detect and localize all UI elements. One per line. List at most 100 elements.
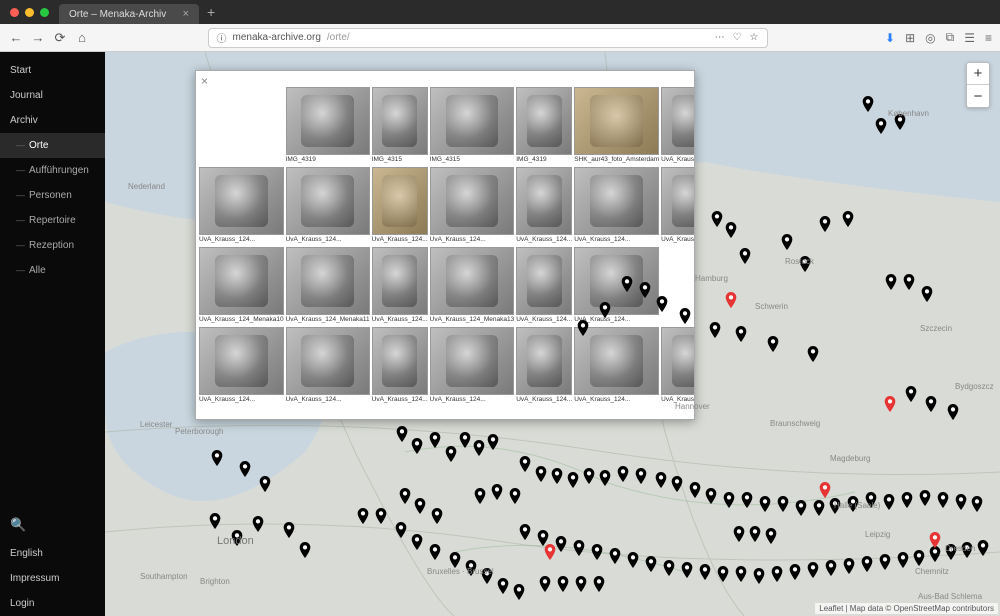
map-marker[interactable] (474, 440, 485, 456)
map-marker[interactable] (358, 508, 369, 524)
map-marker[interactable] (610, 548, 621, 564)
ext-icon-2[interactable]: ◎ (925, 31, 935, 45)
gallery-cell[interactable]: UvA_Krauss_124_Menaka10 (199, 247, 284, 325)
map-marker[interactable] (622, 276, 633, 292)
map-marker[interactable] (636, 468, 647, 484)
new-tab-button[interactable]: + (199, 0, 223, 24)
map-marker[interactable] (848, 496, 859, 512)
map-marker[interactable] (412, 534, 423, 550)
map-marker[interactable] (726, 222, 737, 238)
thumbnail[interactable] (430, 247, 515, 315)
map-marker[interactable] (843, 211, 854, 227)
map-marker[interactable] (962, 542, 973, 558)
thumbnail[interactable] (661, 167, 695, 235)
map-marker[interactable] (742, 492, 753, 508)
map-marker[interactable] (672, 476, 683, 492)
map-marker[interactable] (450, 552, 461, 568)
gallery-cell[interactable]: IMG_4319 (286, 87, 370, 165)
map-marker[interactable] (862, 556, 873, 572)
gallery-cell[interactable]: UvA_Krauss_124... (199, 327, 284, 405)
thumbnail[interactable] (574, 327, 659, 395)
map-marker[interactable] (514, 584, 525, 600)
gallery-cell[interactable]: SHK_aur43_foto_Amsterdam (574, 87, 659, 165)
map-marker[interactable] (640, 282, 651, 298)
zoom-out-button[interactable]: − (967, 85, 989, 107)
map-marker[interactable] (460, 432, 471, 448)
map-marker[interactable] (594, 576, 605, 592)
sidebar-item-rezeption[interactable]: Rezeption (0, 233, 105, 258)
map-marker[interactable] (498, 578, 509, 594)
map-marker[interactable] (584, 468, 595, 484)
thumbnail[interactable] (286, 327, 370, 395)
map-marker[interactable] (946, 544, 957, 560)
map-marker[interactable] (600, 470, 611, 486)
map-marker[interactable] (830, 498, 841, 514)
map-marker[interactable] (600, 302, 611, 318)
map-marker[interactable] (718, 566, 729, 582)
gallery-cell[interactable]: UvA_Krauss_124... (372, 247, 428, 325)
map-marker[interactable] (796, 500, 807, 516)
gallery-cell[interactable]: IMG_4315 (372, 87, 428, 165)
thumbnail[interactable] (430, 327, 515, 395)
map-marker[interactable] (790, 564, 801, 580)
map-marker[interactable] (948, 404, 959, 420)
map-marker[interactable] (376, 508, 387, 524)
sidebar-item-orte[interactable]: Orte (0, 133, 105, 158)
gallery-cell[interactable]: UvA_Krauss_124... (661, 167, 695, 245)
map-marker[interactable] (740, 248, 751, 264)
gallery-cell[interactable]: UvA_Krauss_124_Menaka11 (286, 247, 370, 325)
sidebar-item-auffuehrungen[interactable]: Aufführungen (0, 158, 105, 183)
gallery-cell[interactable]: UvA_Krauss_124_Menaka13 (430, 247, 515, 325)
sidebar-item-repertoire[interactable]: Repertoire (0, 208, 105, 233)
map-marker[interactable] (578, 320, 589, 336)
gallery-cell[interactable]: UvA_Krauss_124... (574, 327, 659, 405)
map-marker[interactable] (922, 286, 933, 302)
thumbnail[interactable] (199, 247, 284, 315)
sidebar-item-english[interactable]: English (0, 541, 105, 566)
thumbnail[interactable] (286, 247, 370, 315)
map-marker-red[interactable] (930, 532, 941, 548)
map-marker[interactable] (736, 326, 747, 342)
search-icon[interactable]: 🔍 (0, 509, 105, 541)
thumbnail[interactable] (286, 87, 370, 155)
map-marker[interactable] (212, 450, 223, 466)
map-marker[interactable] (904, 274, 915, 290)
map-marker[interactable] (706, 488, 717, 504)
map-marker[interactable] (680, 308, 691, 324)
map-marker[interactable] (430, 432, 441, 448)
ext-icon-1[interactable]: ⊞ (905, 31, 915, 45)
map-marker[interactable] (558, 576, 569, 592)
gallery-cell[interactable]: UvA_Krauss_124... (574, 167, 659, 245)
sidebar-item-journal[interactable]: Journal (0, 83, 105, 108)
forward-button[interactable]: → (30, 30, 46, 45)
map-marker[interactable] (284, 522, 295, 538)
thumbnail[interactable] (574, 167, 659, 235)
gallery-cell[interactable]: UvA_Krauss_124... (286, 167, 370, 245)
map-marker[interactable] (884, 494, 895, 510)
map-marker[interactable] (232, 530, 243, 546)
thumbnail[interactable] (372, 327, 428, 395)
map-marker[interactable] (736, 566, 747, 582)
site-info-icon[interactable]: ⓘ (217, 30, 227, 45)
map-marker[interactable] (488, 434, 499, 450)
map-marker[interactable] (260, 476, 271, 492)
gallery-cell[interactable]: UvA_Krauss_124... (661, 87, 695, 165)
page-actions-icon[interactable]: ⋯ (715, 32, 725, 43)
map-marker[interactable] (863, 96, 874, 112)
map-marker[interactable] (700, 564, 711, 580)
maximize-window-icon[interactable] (40, 8, 49, 17)
map-marker[interactable] (876, 118, 887, 134)
map-marker[interactable] (656, 472, 667, 488)
map-marker[interactable] (240, 461, 251, 477)
gallery-cell[interactable]: IMG_4315 (430, 87, 515, 165)
map-marker[interactable] (814, 500, 825, 516)
sidebar-item-start[interactable]: Start (0, 58, 105, 83)
map-marker[interactable] (920, 490, 931, 506)
map-marker[interactable] (446, 446, 457, 462)
thumbnail[interactable] (661, 327, 695, 395)
map-marker[interactable] (628, 552, 639, 568)
gallery-cell[interactable]: UvA_Krauss_124... (286, 327, 370, 405)
browser-tab[interactable]: Orte – Menaka-Archiv × (59, 4, 199, 24)
map-marker[interactable] (682, 562, 693, 578)
map-marker[interactable] (866, 492, 877, 508)
